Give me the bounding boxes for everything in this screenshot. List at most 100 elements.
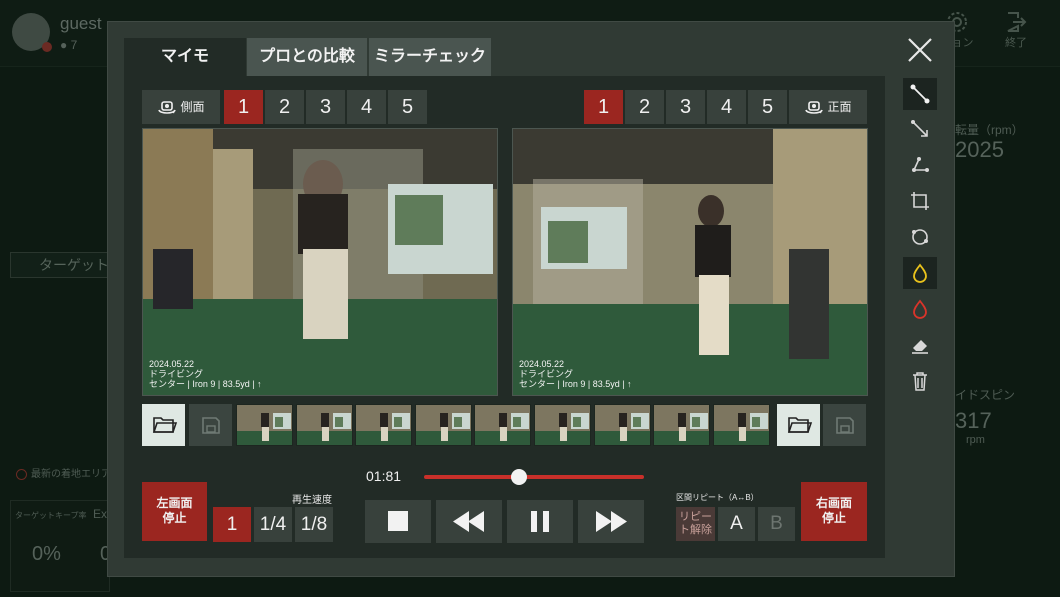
- seek-bar[interactable]: [424, 467, 644, 487]
- exit-icon: [1007, 12, 1027, 32]
- right-slot-1-button[interactable]: 1: [584, 90, 623, 124]
- angle-icon: [912, 157, 929, 172]
- spin-label: 転量（rpm）: [955, 123, 1024, 137]
- tool-arrow-line[interactable]: [903, 113, 937, 145]
- tool-yellow-color[interactable]: [903, 257, 937, 289]
- video-thumbnail[interactable]: [593, 404, 651, 446]
- video-thumbnail[interactable]: [295, 404, 353, 446]
- record-icon: [16, 468, 27, 480]
- left-video-shot: センター | Iron 9 | 83.5yd | ↑: [149, 379, 262, 389]
- repeat-release-button[interactable]: リピー ト解除: [676, 507, 715, 541]
- right-slot-3-button[interactable]: 3: [666, 90, 705, 124]
- close-icon: [908, 38, 932, 62]
- tool-angle[interactable]: [903, 149, 937, 181]
- tool-red-color[interactable]: [903, 293, 937, 325]
- target-label: ターゲット: [10, 252, 112, 278]
- tab-pro-compare[interactable]: プロとの比較: [247, 38, 367, 76]
- camera-rotate-icon: [158, 101, 177, 114]
- left-slot-2-button[interactable]: 2: [265, 90, 304, 124]
- folder-icon: [152, 417, 178, 433]
- video-thumbnail[interactable]: [414, 404, 472, 446]
- spin-value: 2025: [955, 137, 1004, 162]
- save-icon: [202, 417, 220, 434]
- playback-time: 01:81: [366, 468, 402, 484]
- right-camera-switch-button[interactable]: 正面: [789, 90, 867, 124]
- repeat-a-button[interactable]: A: [718, 507, 755, 541]
- right-slot-5-button[interactable]: 5: [748, 90, 787, 124]
- video-thumbnail[interactable]: [653, 404, 711, 446]
- tool-rectangle[interactable]: [903, 185, 937, 217]
- right-video-mode: ドライビング: [519, 369, 574, 379]
- left-stop-button[interactable]: 左画面 停止: [142, 482, 207, 541]
- video-thumbnail[interactable]: [355, 404, 413, 446]
- user-name: guest: [60, 14, 102, 33]
- right-open-folder-button[interactable]: [777, 404, 820, 446]
- arrow-line-icon: [911, 120, 928, 137]
- tab-mirror-check[interactable]: ミラーチェック: [369, 38, 491, 76]
- seek-knob[interactable]: [510, 469, 527, 485]
- right-slot-4-button[interactable]: 4: [707, 90, 746, 124]
- video-thumbnail[interactable]: [534, 404, 591, 446]
- right-video-date: 2024.05.22: [519, 359, 565, 369]
- left-video-caption: 2024.05.22 ドライビング センター | Iron 9 | 83.5yd…: [149, 359, 262, 389]
- left-open-folder-button[interactable]: [142, 404, 185, 446]
- left-slot-3-button[interactable]: 3: [306, 90, 345, 124]
- eraser-icon: [912, 340, 928, 354]
- right-video-shot: センター | Iron 9 | 83.5yd | ↑: [519, 379, 632, 389]
- stop-button[interactable]: [365, 500, 431, 543]
- rewind-icon: [453, 511, 484, 532]
- left-video-date: 2024.05.22: [149, 359, 195, 369]
- tool-eraser[interactable]: [903, 329, 937, 361]
- side-spin-label: イドスピン: [955, 388, 1016, 402]
- side-spin-unit: rpm: [966, 434, 985, 446]
- pause-icon: [531, 511, 549, 532]
- tool-line[interactable]: [903, 78, 937, 110]
- left-video-mode: ドライビング: [149, 369, 204, 379]
- landing-area-label: 最新の着地エリア: [16, 465, 111, 480]
- right-save-button[interactable]: [823, 404, 866, 446]
- user-count: ● 7: [60, 38, 78, 52]
- close-button[interactable]: [903, 33, 937, 67]
- right-video-player[interactable]: 2024.05.22 ドライビング センター | Iron 9 | 83.5yd…: [512, 128, 868, 396]
- tool-trash[interactable]: [903, 365, 937, 397]
- red-drop-icon: [913, 299, 927, 319]
- target-rate-label: ターゲットキープ率: [15, 511, 87, 520]
- repeat-b-button[interactable]: B: [758, 507, 795, 541]
- fast-forward-icon: [596, 511, 627, 532]
- video-thumbnail[interactable]: [712, 404, 770, 446]
- left-video-player[interactable]: 2024.05.22 ドライビング センター | Iron 9 | 83.5yd…: [142, 128, 498, 396]
- pause-button[interactable]: [507, 500, 573, 543]
- video-thumbnail[interactable]: [236, 404, 293, 446]
- right-camera-label: 正面: [827, 100, 852, 114]
- tab-my-movie[interactable]: マイモ: [124, 38, 246, 76]
- tool-circle[interactable]: [903, 221, 937, 253]
- right-video-caption: 2024.05.22 ドライビング センター | Iron 9 | 83.5yd…: [519, 359, 632, 389]
- rewind-button[interactable]: [436, 500, 502, 543]
- save-icon: [836, 417, 854, 434]
- speed-1-button[interactable]: 1: [213, 507, 251, 542]
- line-icon: [910, 84, 930, 104]
- fast-forward-button[interactable]: [578, 500, 644, 543]
- right-slot-2-button[interactable]: 2: [625, 90, 664, 124]
- left-video-frame: [143, 129, 497, 395]
- circle-icon: [912, 229, 928, 245]
- left-slot-5-button[interactable]: 5: [388, 90, 427, 124]
- left-camera-label: 側面: [180, 100, 205, 114]
- speed-eighth-button[interactable]: 1/8: [295, 507, 333, 542]
- right-stop-button[interactable]: 右画面 停止: [801, 482, 867, 541]
- speed-quarter-button[interactable]: 1/4: [254, 507, 292, 542]
- left-slot-4-button[interactable]: 4: [347, 90, 386, 124]
- left-save-button[interactable]: [189, 404, 232, 446]
- avatar: [12, 13, 52, 52]
- video-thumbnail[interactable]: [474, 404, 532, 446]
- left-slot-1-button[interactable]: 1: [224, 90, 263, 124]
- left-camera-switch-button[interactable]: 側面: [142, 90, 220, 124]
- trash-icon: [913, 372, 927, 391]
- thumbnail-strip: [236, 404, 772, 446]
- seek-track: [424, 475, 644, 479]
- folder-icon: [787, 417, 813, 433]
- speed-label: 再生速度: [292, 495, 332, 506]
- right-video-frame: [513, 129, 867, 395]
- repeat-label: 区間リピート（A↔B）: [676, 493, 759, 502]
- status-dot: [42, 42, 52, 52]
